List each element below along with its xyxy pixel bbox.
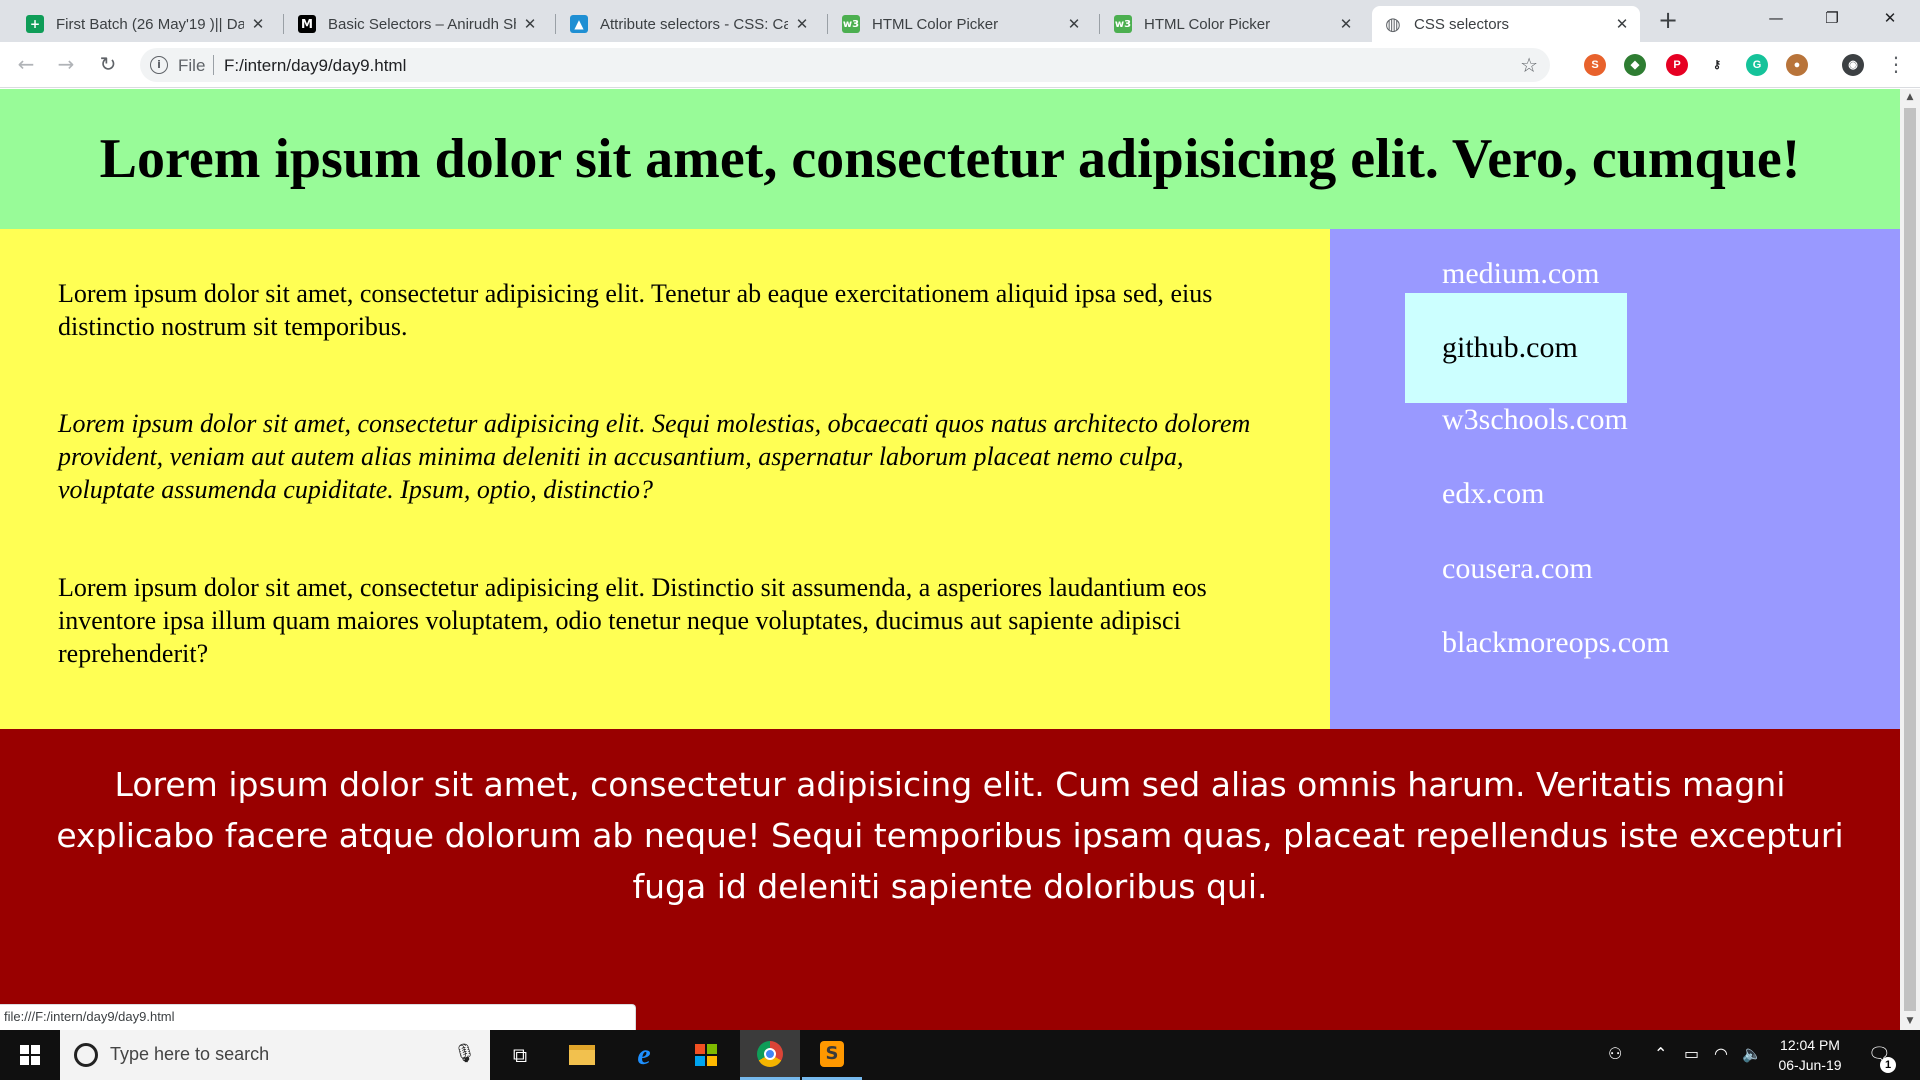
paragraph-1: Lorem ipsum dolor sit amet, consectetur …	[58, 279, 1213, 341]
extension-icon-1[interactable]: S	[1584, 54, 1606, 76]
system-clock[interactable]: 12:04 PM 06-Jun-19	[1772, 1035, 1848, 1075]
omnibox-divider	[213, 55, 214, 75]
scrollbar-thumb[interactable]	[1904, 108, 1916, 1011]
wifi-icon[interactable]: ◠	[1714, 1044, 1728, 1063]
notification-count-badge: 1	[1880, 1057, 1896, 1073]
taskbar-search[interactable]: Type here to search 🎙	[60, 1030, 490, 1080]
link-sidebar: medium.com github.com w3schools.com edx.…	[1330, 229, 1900, 729]
tab-title: CSS selectors	[1414, 15, 1510, 33]
back-button[interactable]: ←	[12, 50, 40, 78]
page-footer: Lorem ipsum dolor sit amet, consectetur …	[0, 729, 1900, 1030]
clock-time: 12:04 PM	[1780, 1037, 1840, 1053]
page-title: Lorem ipsum dolor sit amet, consectetur …	[99, 128, 1801, 190]
edge-browser-icon[interactable]: e	[614, 1030, 674, 1080]
globe-icon: ◍	[1385, 13, 1401, 35]
tab-css-selectors[interactable]: ◍ CSS selectors ✕	[1372, 6, 1640, 42]
scheme-label: File	[178, 56, 206, 75]
paragraph-3: Lorem ipsum dolor sit amet, consectetur …	[58, 573, 1207, 668]
menu-icon[interactable]: ⋮	[1884, 50, 1908, 78]
scroll-up-arrow-icon[interactable]: ▲	[1900, 89, 1920, 106]
close-icon[interactable]: ✕	[522, 15, 538, 33]
page-header: Lorem ipsum dolor sit amet, consectetur …	[0, 89, 1900, 229]
close-icon[interactable]: ✕	[794, 15, 810, 33]
extension-icon-6[interactable]: ●	[1786, 54, 1808, 76]
w3schools-icon: w3	[842, 15, 860, 33]
extension-icon-2[interactable]: ◆	[1624, 54, 1646, 76]
tab-basic-selectors[interactable]: M Basic Selectors – Anirudh Sha ✕	[286, 6, 548, 42]
status-bar-url: file:///F:/intern/day9/day9.html	[0, 1004, 636, 1030]
tab-title: Attribute selectors - CSS: Cas	[600, 15, 788, 33]
tab-html-color-picker-1[interactable]: w3 HTML Color Picker ✕	[830, 6, 1092, 42]
footer-text: Lorem ipsum dolor sit amet, consectetur …	[56, 765, 1844, 906]
tab-separator	[827, 14, 828, 34]
browser-tabstrip: + First Batch (26 May'19 )|| Day ✕ M Bas…	[0, 0, 1920, 42]
close-icon[interactable]: ✕	[250, 15, 266, 33]
new-tab-button[interactable]: +	[1656, 8, 1680, 32]
tab-title: First Batch (26 May'19 )|| Day	[56, 15, 244, 33]
tab-first-batch[interactable]: + First Batch (26 May'19 )|| Day ✕	[14, 6, 276, 42]
forward-button[interactable]: →	[52, 50, 80, 78]
file-explorer-icon[interactable]	[552, 1030, 612, 1080]
chrome-icon[interactable]	[740, 1030, 800, 1080]
windows-logo-icon	[20, 1045, 40, 1065]
vertical-scrollbar[interactable]: ▲ ▼	[1900, 89, 1920, 1030]
window-close-button[interactable]: ✕	[1862, 0, 1918, 36]
tab-attribute-selectors[interactable]: ▲ Attribute selectors - CSS: Cas ✕	[558, 6, 820, 42]
main-content: Lorem ipsum dolor sit amet, consectetur …	[0, 229, 1330, 729]
info-icon[interactable]: i	[150, 56, 168, 74]
tab-title: Basic Selectors – Anirudh Sha	[328, 15, 516, 33]
task-view-icon[interactable]: ⧉	[490, 1030, 550, 1080]
clock-date: 06-Jun-19	[1778, 1057, 1842, 1073]
link-medium[interactable]: medium.com	[1442, 257, 1599, 291]
page-viewport: Lorem ipsum dolor sit amet, consectetur …	[0, 89, 1900, 1030]
tab-html-color-picker-2[interactable]: w3 HTML Color Picker ✕	[1102, 6, 1364, 42]
tab-separator	[1099, 14, 1100, 34]
link-w3schools[interactable]: w3schools.com	[1442, 403, 1628, 437]
windows-taskbar: Type here to search 🎙 ⧉ e S ⚇ ⌃ ▭ ◠ 🔈 12…	[0, 1030, 1920, 1080]
key-icon[interactable]: ⚷	[1706, 54, 1728, 76]
medium-icon: M	[298, 15, 316, 33]
reload-button[interactable]: ↻	[94, 50, 122, 78]
maximize-button[interactable]: ❐	[1804, 0, 1860, 36]
tab-title: HTML Color Picker	[872, 15, 999, 33]
tab-separator	[283, 14, 284, 34]
close-icon[interactable]: ✕	[1614, 15, 1630, 33]
people-icon[interactable]: ⚇	[1608, 1044, 1622, 1063]
link-blackmoreops[interactable]: blackmoreops.com	[1442, 626, 1669, 660]
tab-separator	[555, 14, 556, 34]
paragraph-2: Lorem ipsum dolor sit amet, consectetur …	[58, 409, 1251, 504]
store-icon[interactable]	[676, 1030, 736, 1080]
mdn-icon: ▲	[570, 15, 588, 33]
scroll-down-arrow-icon[interactable]: ▼	[1900, 1013, 1920, 1030]
link-github[interactable]: github.com	[1405, 293, 1627, 403]
tab-title: HTML Color Picker	[1144, 15, 1271, 33]
profile-avatar[interactable]: ◉	[1842, 54, 1864, 76]
start-button[interactable]	[0, 1030, 60, 1080]
sheets-icon: +	[26, 15, 44, 33]
bookmark-star-icon[interactable]: ☆	[1520, 53, 1538, 77]
link-cousera[interactable]: cousera.com	[1442, 552, 1593, 586]
show-hidden-icons-chevron-icon[interactable]: ⌃	[1654, 1044, 1667, 1063]
volume-icon[interactable]: 🔈	[1742, 1044, 1762, 1063]
grammarly-icon[interactable]: G	[1746, 54, 1768, 76]
cortana-icon	[74, 1043, 98, 1067]
microphone-icon[interactable]: 🎙	[453, 1043, 476, 1064]
browser-toolbar: ← → ↻ i File F:/intern/day9/day9.html ☆ …	[0, 42, 1920, 88]
w3schools-icon: w3	[1114, 15, 1132, 33]
search-placeholder: Type here to search	[110, 1044, 270, 1064]
link-edx[interactable]: edx.com	[1442, 477, 1544, 511]
close-icon[interactable]: ✕	[1338, 15, 1354, 33]
close-icon[interactable]: ✕	[1066, 15, 1082, 33]
sublime-text-icon[interactable]: S	[802, 1030, 862, 1080]
url-text[interactable]: F:/intern/day9/day9.html	[224, 56, 406, 76]
address-bar[interactable]: i File F:/intern/day9/day9.html ☆	[140, 48, 1550, 82]
battery-icon[interactable]: ▭	[1684, 1044, 1699, 1063]
pinterest-icon[interactable]: P	[1666, 54, 1688, 76]
minimize-button[interactable]: —	[1748, 0, 1804, 36]
